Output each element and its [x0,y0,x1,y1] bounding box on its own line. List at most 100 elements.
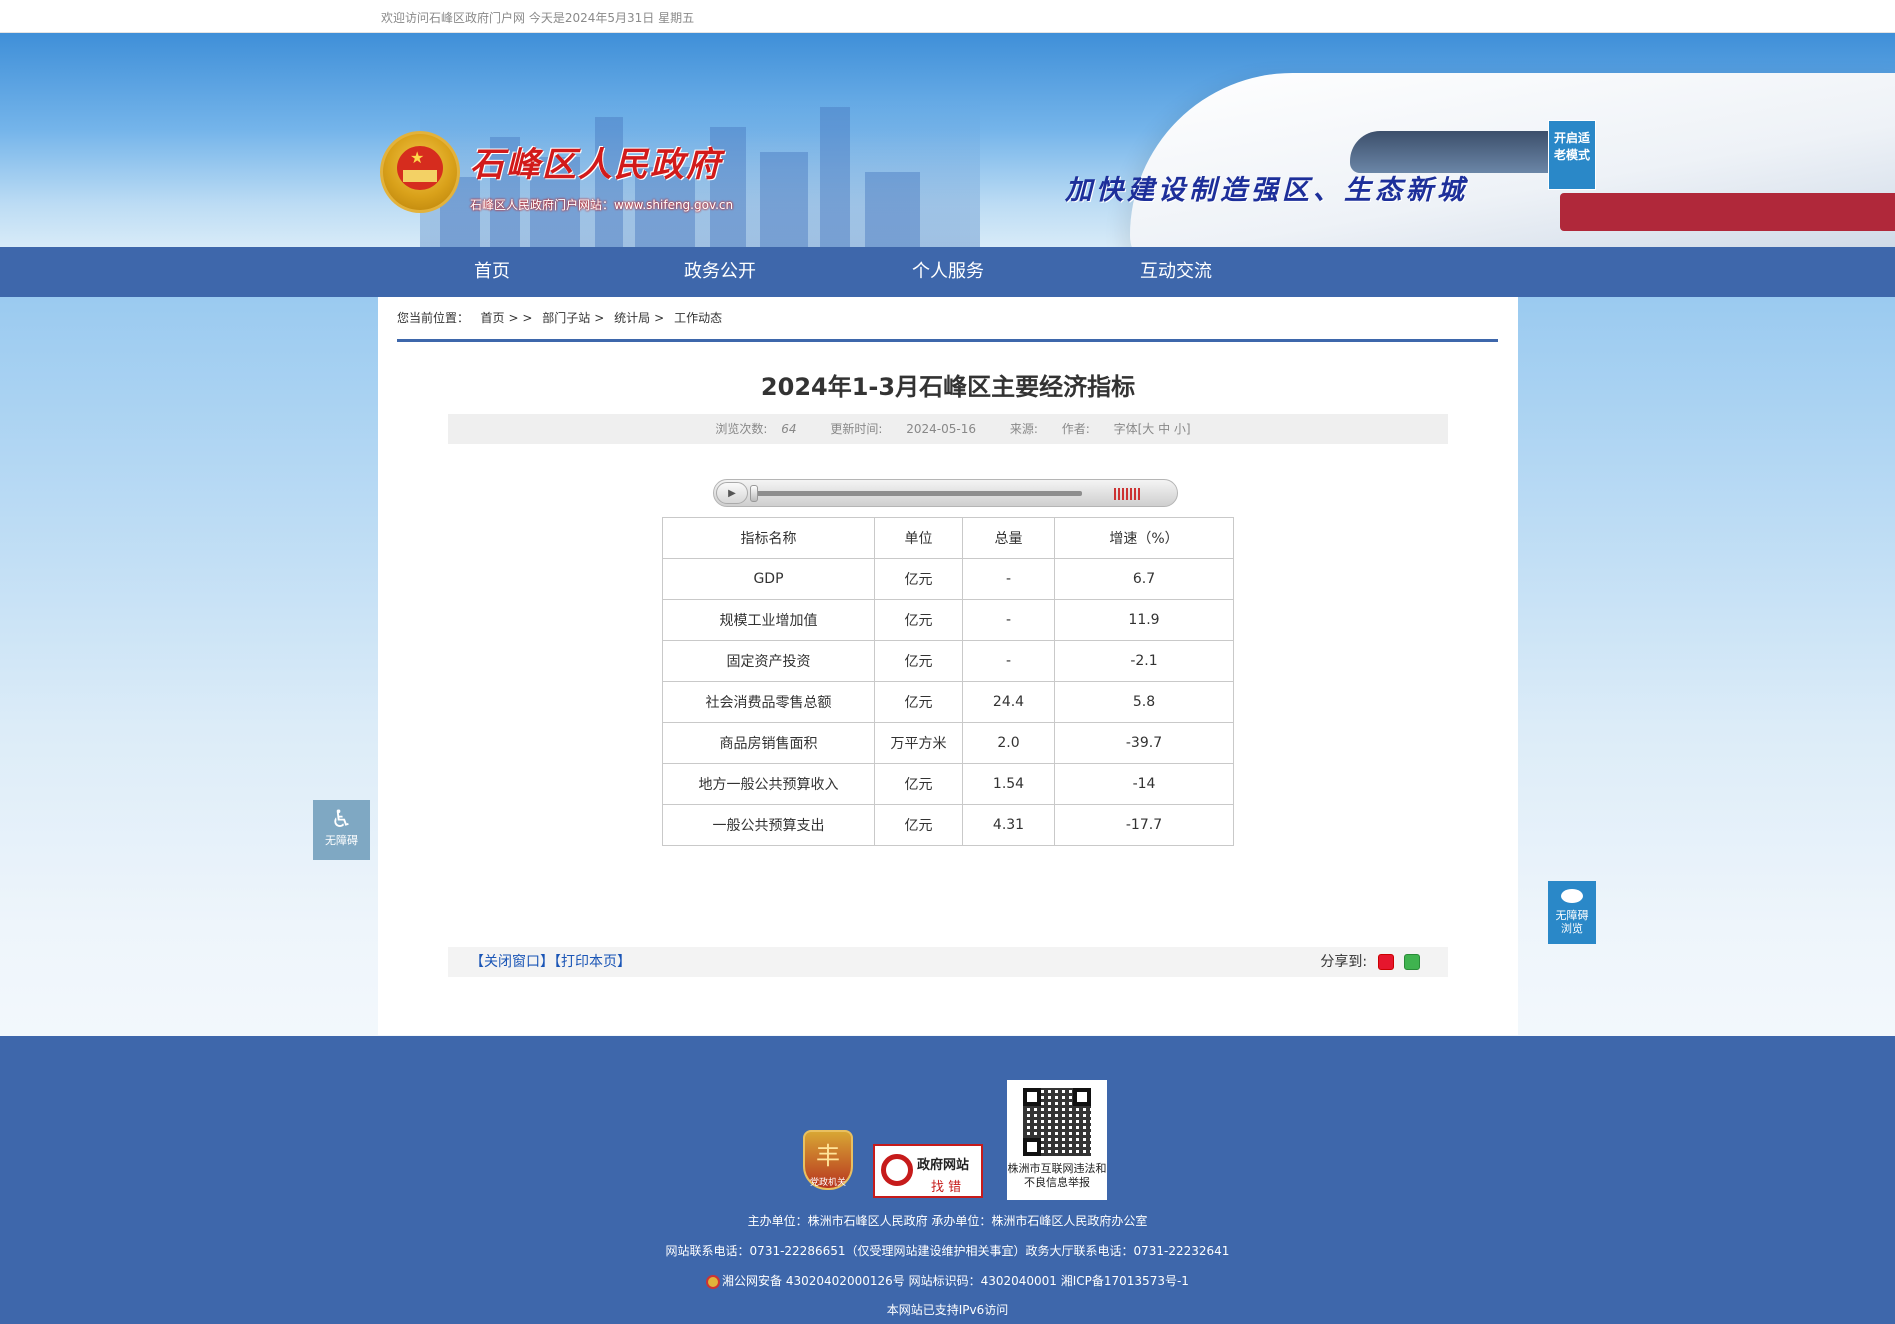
table-row: 商品房销售面积 万平方米 2.0 -39.7 [662,722,1234,764]
views-value: 64 [781,422,797,436]
national-emblem-icon: ★ [380,131,460,213]
breadcrumb-divider [397,339,1498,342]
table-cell: 11.9 [1054,599,1234,641]
table-cell: 5.8 [1054,681,1234,723]
table-cell: 亿元 [874,763,963,805]
party-gov-badge[interactable]: 丰 党政机关 [803,1130,853,1190]
article-title: 2024年1-3月石峰区主要经济指标 [760,373,1136,401]
breadcrumb-sep: > [654,311,665,325]
elder-mode-button[interactable]: 开启适老模式 [1548,120,1596,190]
table-header-cell: 总量 [962,517,1055,559]
font-size-switch[interactable]: 字体[大 中 小] [1114,422,1191,436]
eye-icon [1561,889,1583,903]
table-cell: 一般公共预算支出 [662,804,875,846]
progress-track[interactable] [752,491,1082,496]
report-qr-code[interactable]: 株洲市互联网违法和不良信息举报 [1007,1080,1107,1200]
table-cell: 万平方米 [874,722,963,764]
table-cell: 亿元 [874,681,963,723]
table-cell: - [962,599,1055,641]
breadcrumb: 您当前位置： 首页 > > 部门子站 > 统计局 > 工作动态 [397,309,726,326]
footer-contact: 网站联系电话：0731-22286651（仅受理网站建设维护相关事宜）政务大厅联… [665,1244,1230,1258]
breadcrumb-stats[interactable]: 统计局 [614,311,650,325]
updated-value: 2024-05-16 [906,422,977,436]
article-meta: 浏览次数: 64 更新时间: 2024-05-16 来源: 作者: 字体[大 中… [448,414,1448,444]
top-bar: 欢迎访问石峰区政府门户网 今天是2024年5月31日 星期五 [0,0,1895,33]
table-cell: GDP [662,558,875,600]
table-cell: 2.0 [962,722,1055,764]
welcome-text: 欢迎访问石峰区政府门户网 今天是2024年5月31日 星期五 [381,11,695,25]
breadcrumb-sep: > [594,311,605,325]
wechat-share-icon[interactable] [1404,954,1420,970]
table-cell: -2.1 [1054,640,1234,682]
footer-registration: 湘公网安备 43020402000126号 网站标识码：4302040001 湘… [0,1272,1895,1289]
meta-updated: 更新时间: 2024-05-16 [830,422,977,436]
table-cell: -14 [1054,763,1234,805]
table-cell: -39.7 [1054,722,1234,764]
table-cell: 亿元 [874,599,963,641]
table-header-cell: 单位 [874,517,963,559]
accessibility-float-button[interactable]: ♿ 无障碍 [313,800,370,860]
footer: 丰 党政机关 政府网站 找 错 株洲市互联网违法和不良信息举报 主办单位：株洲市… [0,1036,1895,1324]
meta-views: 浏览次数: 64 [715,422,797,436]
table-header-cell: 指标名称 [662,517,875,559]
slogan: 加快建设制造强区、生态新城 [1065,175,1468,206]
table-cell: 规模工业增加值 [662,599,875,641]
meta-author: 作者: [1061,422,1090,436]
progress-handle[interactable] [750,485,758,502]
accessibility-label: 无障碍 [325,834,358,847]
volume-icon[interactable] [1114,488,1140,500]
wheelchair-icon: ♿ [330,805,353,833]
nav-item-gov-affairs[interactable]: 政务公开 [640,247,800,297]
gov-site-error-report-badge[interactable]: 政府网站 找 错 [873,1144,983,1198]
site-subtitle: 石峰区人民政府门户网站：www.shifeng.gov.cn [470,198,734,212]
main-nav: 首页 政务公开 个人服务 互动交流 [0,247,1895,297]
table-cell: 24.4 [962,681,1055,723]
nav-item-interaction[interactable]: 互动交流 [1096,247,1256,297]
table-cell: 亿元 [874,640,963,682]
site-title: 石峰区人民政府 [470,145,722,185]
police-badge-icon [706,1274,721,1289]
table-cell: 固定资产投资 [662,640,875,682]
audio-player: ▶ [713,479,1178,507]
table-cell: 地方一般公共预算收入 [662,763,875,805]
table-cell: - [962,558,1055,600]
meta-source: 来源: [1009,422,1038,436]
content-panel: 您当前位置： 首页 > > 部门子站 > 统计局 > 工作动态 2024年1-3月石峰… [378,297,1518,1035]
table-row: 固定资产投资 亿元 - -2.1 [662,640,1234,682]
table-cell: 6.7 [1054,558,1234,600]
table-row: 社会消费品零售总额 亿元 24.4 5.8 [662,681,1234,723]
article-actions: 【关闭窗口】【打印本页】 分享到: [448,947,1448,977]
train-image [1130,73,1895,247]
table-row: 一般公共预算支出 亿元 4.31 -17.7 [662,804,1234,846]
breadcrumb-sep: > > [508,311,533,325]
table-row: 规模工业增加值 亿元 -11.9 [662,599,1234,641]
breadcrumb-dept[interactable]: 部门子站 [542,311,590,325]
share-label: 分享到: [1320,954,1368,970]
magnifier-icon [881,1154,913,1186]
weibo-share-icon[interactable] [1377,954,1394,970]
table-cell: - [962,640,1055,682]
indicator-table: 指标名称 单位 总量 增速（%） GDP 亿元 -6.7 规模工业增加值 亿元 -11.9 固定资产… [662,517,1234,846]
breadcrumb-prefix: 您当前位置： [397,311,470,325]
breadcrumb-news[interactable]: 工作动态 [674,311,722,325]
barrier-free-browse-button[interactable]: 无障碍 浏览 [1548,881,1596,944]
table-cell: 商品房销售面积 [662,722,875,764]
table-header-cell: 增速（%） [1054,517,1234,559]
table-cell: 1.54 [962,763,1055,805]
play-icon[interactable]: ▶ [716,482,748,504]
table-cell: 社会消费品零售总额 [662,681,875,723]
close-window-link[interactable]: 【关闭窗口】 [470,954,554,970]
print-page-link[interactable]: 【打印本页】 [554,954,631,970]
table-cell: 亿元 [874,558,963,600]
nav-item-home[interactable]: 首页 [412,247,572,297]
table-cell: 4.31 [962,804,1055,846]
table-header-row: 指标名称 单位 总量 增速（%） [662,517,1234,559]
nav-item-personal-service[interactable]: 个人服务 [868,247,1028,297]
footer-ipv6: 本网站已支持IPv6访问 [886,1303,1009,1317]
qr-caption: 株洲市互联网违法和不良信息举报 [1007,1162,1107,1189]
table-cell: -17.7 [1054,804,1234,846]
footer-sponsor: 主办单位：株洲市石峰区人民政府 承办单位：株洲市石峰区人民政府办公室 [747,1214,1148,1228]
header-banner: ★ 石峰区人民政府 石峰区人民政府门户网站：www.shifeng.gov.cn… [0,33,1895,247]
breadcrumb-home[interactable]: 首页 [480,311,504,325]
table-cell: 亿元 [874,804,963,846]
